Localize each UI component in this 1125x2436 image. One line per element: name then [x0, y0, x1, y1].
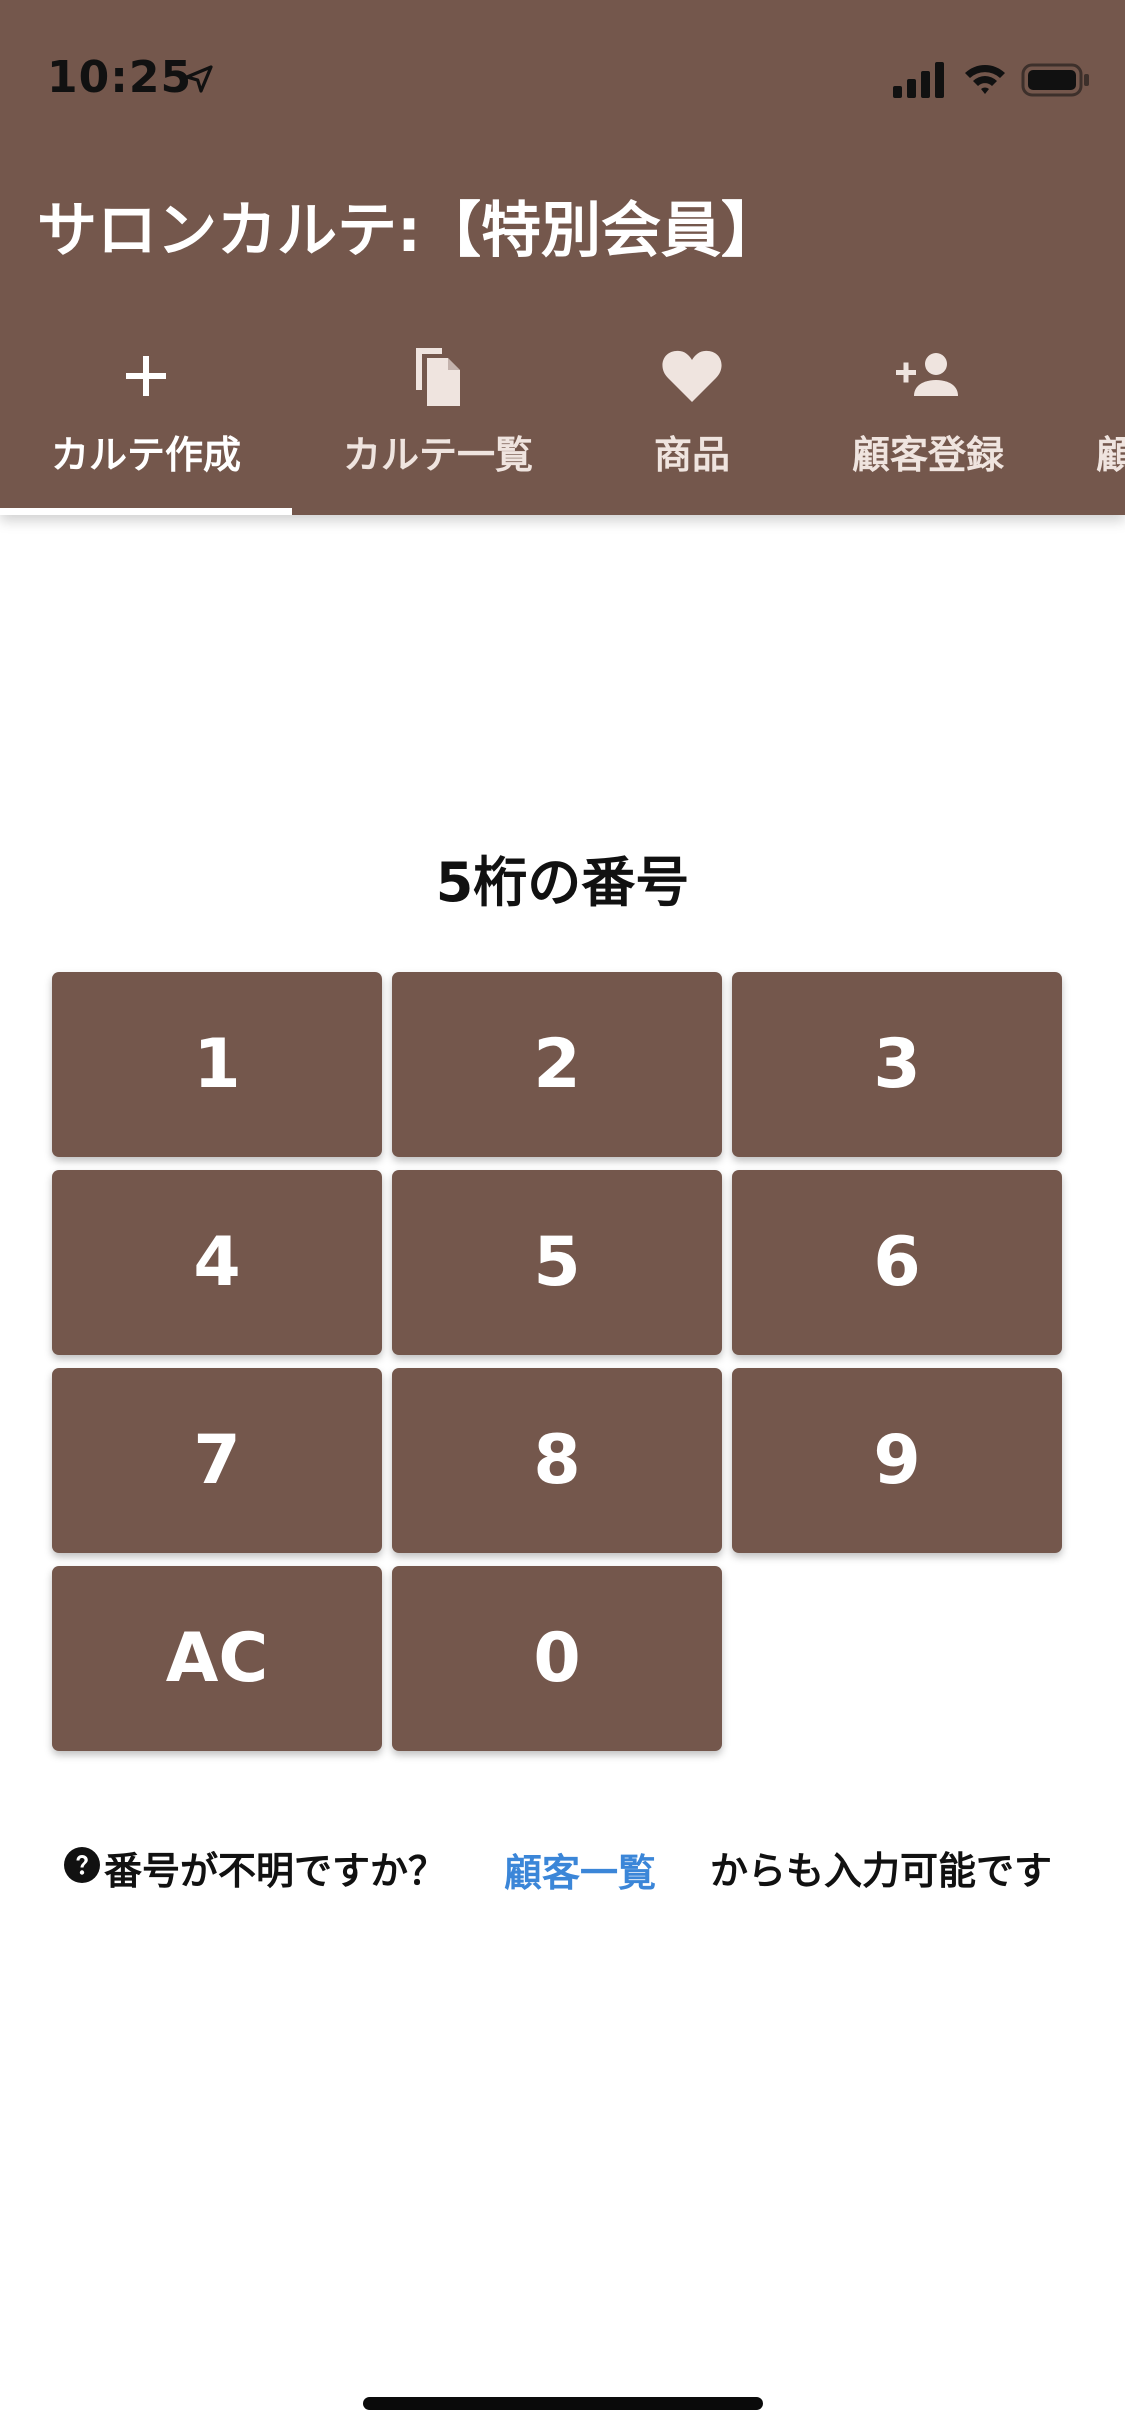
screen: 10:25 サロンカルテ:【特別会員】 カルテ作成 カルテ一覧 商品 顧客登録 …	[0, 0, 1125, 2436]
key-8[interactable]: 8	[392, 1368, 722, 1553]
key-6[interactable]: 6	[732, 1170, 1062, 1355]
wifi-icon	[965, 65, 1005, 94]
plus-icon	[126, 356, 166, 396]
key-5[interactable]: 5	[392, 1170, 722, 1355]
person-add-icon	[896, 353, 958, 396]
question-circle-icon	[64, 1847, 100, 1883]
number-keypad: 1 2 3 4 5 6 7 8 9 AC 0	[52, 972, 1064, 1752]
keypad-title: 5桁の番号	[435, 851, 690, 914]
tab-label: カルテ作成	[50, 433, 241, 477]
tab-products[interactable]: 商品	[584, 325, 800, 515]
tab-customer-list-partial[interactable]: 顧	[1096, 325, 1125, 515]
tab-bar: カルテ作成 カルテ一覧 商品 顧客登録 顧	[0, 325, 1125, 515]
status-time: 10:25	[47, 52, 193, 103]
tab-customer-register[interactable]: 顧客登録	[800, 325, 1056, 515]
tab-label: 商品	[653, 433, 730, 477]
clear-button[interactable]: AC	[52, 1566, 382, 1751]
tab-label: 顧客登録	[851, 433, 1004, 477]
cellular-signal-icon	[893, 62, 944, 98]
key-0[interactable]: 0	[392, 1566, 722, 1751]
copy-document-icon	[416, 348, 460, 406]
app-title: サロンカルテ:【特別会員】	[37, 196, 781, 266]
tab-label: カルテ一覧	[342, 433, 533, 477]
status-bar: 10:25	[0, 0, 1125, 150]
key-3[interactable]: 3	[732, 972, 1062, 1157]
key-7[interactable]: 7	[52, 1368, 382, 1553]
app-bar: 10:25 サロンカルテ:【特別会員】 カルテ作成 カルテ一覧 商品 顧客登録 …	[0, 0, 1125, 515]
heart-icon	[662, 350, 722, 402]
battery-icon	[1021, 63, 1089, 97]
tab-label: 顧	[1096, 433, 1125, 477]
home-indicator[interactable]	[363, 2397, 763, 2410]
key-2[interactable]: 2	[392, 972, 722, 1157]
help-suffix: からも入力可能です	[710, 1849, 1053, 1893]
help-text: 番号が不明ですか？	[104, 1849, 447, 1893]
tab-create-chart[interactable]: カルテ作成	[0, 325, 292, 515]
tab-chart-list[interactable]: カルテ一覧	[292, 325, 584, 515]
key-9[interactable]: 9	[732, 1368, 1062, 1553]
customer-list-link[interactable]: 顧客一覧	[504, 1842, 656, 1897]
tab-indicator	[0, 508, 292, 515]
key-1[interactable]: 1	[52, 972, 382, 1157]
key-4[interactable]: 4	[52, 1170, 382, 1355]
help-message: 番号が不明ですか？ 顧客一覧 からも入力可能です	[60, 1836, 1070, 1896]
location-arrow-icon	[185, 65, 213, 93]
